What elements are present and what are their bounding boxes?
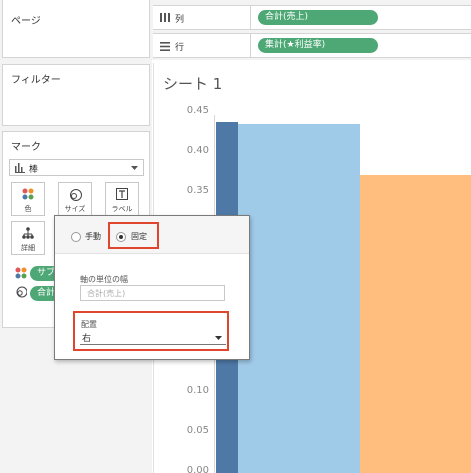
rows-shelf[interactable]: 行 集計(★利益率) bbox=[153, 33, 471, 58]
size-button-label: サイズ bbox=[64, 205, 86, 213]
color-button-label: 色 bbox=[24, 205, 32, 213]
marks-title: マーク bbox=[11, 142, 41, 153]
label-button-label: ラベル bbox=[111, 205, 133, 213]
shelf-divider bbox=[250, 34, 251, 57]
mark-type-dropdown[interactable]: 棒 bbox=[9, 159, 144, 176]
chevron-down-icon bbox=[215, 336, 222, 340]
detail-button[interactable]: 詳細 bbox=[11, 221, 45, 255]
y-tick-label: 0.40 bbox=[186, 145, 209, 156]
rows-pill[interactable]: 集計(★利益率) bbox=[258, 38, 378, 53]
rows-shelf-label: 行 bbox=[175, 43, 185, 53]
sheet-title: シート 1 bbox=[163, 75, 223, 93]
label-button[interactable]: ラベル bbox=[105, 182, 139, 216]
color-button[interactable]: 色 bbox=[11, 182, 45, 216]
columns-shelf-label: 列 bbox=[175, 15, 185, 25]
filters-title: フィルター bbox=[11, 75, 61, 86]
y-tick-label: 0.45 bbox=[186, 105, 209, 116]
y-tick-label: 0.10 bbox=[186, 385, 209, 396]
axis-unit-input[interactable]: 合計(売上) bbox=[80, 285, 225, 301]
radio-manual-label: 手動 bbox=[85, 232, 101, 241]
radio-manual[interactable] bbox=[71, 232, 81, 242]
bar[interactable] bbox=[238, 124, 360, 473]
pages-title: ページ bbox=[11, 16, 41, 27]
chevron-down-icon bbox=[131, 166, 138, 170]
axis-unit-placeholder: 合計(売上) bbox=[87, 289, 126, 298]
detail-icon bbox=[12, 226, 44, 240]
color-icon bbox=[12, 187, 44, 201]
columns-pill[interactable]: 合計(売上) bbox=[258, 10, 378, 25]
size-button[interactable]: サイズ bbox=[58, 182, 92, 216]
axis-unit-label: 軸の単位の幅 bbox=[80, 275, 128, 284]
alignment-value: 右 bbox=[82, 334, 92, 344]
bar-chart-icon bbox=[15, 163, 25, 173]
y-tick-label: 0.00 bbox=[186, 465, 209, 473]
mark-type-label: 棒 bbox=[29, 165, 39, 175]
size-field-icon bbox=[16, 286, 27, 298]
y-tick-label: 0.35 bbox=[186, 185, 209, 196]
axis-unit-popup: 手動 固定 軸の単位の幅 合計(売上) 配置 右 bbox=[54, 215, 250, 360]
columns-icon bbox=[160, 13, 170, 22]
pages-card: ページ bbox=[2, 0, 150, 58]
size-icon bbox=[59, 187, 91, 201]
text-label-icon bbox=[106, 187, 138, 201]
rows-icon bbox=[160, 42, 170, 51]
color-field-icon bbox=[15, 267, 27, 279]
filters-card: フィルター bbox=[2, 64, 150, 126]
alignment-select[interactable]: 右 bbox=[80, 329, 226, 345]
radio-fixed-highlight bbox=[108, 222, 159, 249]
y-tick-label: 0.05 bbox=[186, 425, 209, 436]
shelf-divider bbox=[250, 6, 251, 29]
columns-shelf[interactable]: 列 合計(売上) bbox=[153, 5, 471, 30]
bar[interactable] bbox=[360, 175, 471, 473]
detail-button-label: 詳細 bbox=[21, 244, 35, 252]
